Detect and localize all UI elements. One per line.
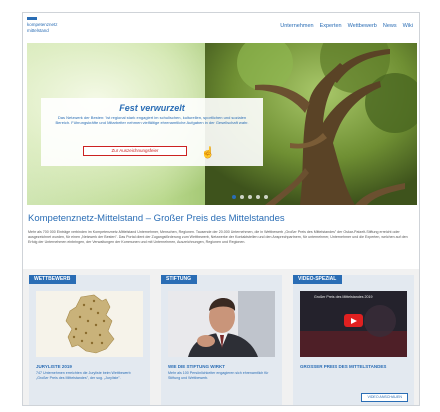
card-title[interactable]: GROSSER PREIS DES MITTELSTANDES (300, 364, 407, 370)
browser-page: kompetenznetz mittelstand Unternehmen Ex… (22, 12, 420, 406)
slider-dot-3[interactable] (248, 195, 252, 199)
nav-item-news[interactable]: News (383, 23, 397, 29)
hero-title: Fest verwurzelt (119, 103, 185, 113)
hero-cta-button[interactable]: Zur Auszeichnungsfeier (83, 146, 187, 156)
watch-video-button[interactable]: VIDEO ANSCHAUEN (361, 393, 408, 402)
card-video-spezial[interactable]: VIDEO-SPEZIAL Großer Preis des Mittelsta… (293, 275, 414, 405)
nav-item-unternehmen[interactable]: Unternehmen (280, 23, 313, 29)
card-tag: VIDEO-SPEZIAL (293, 275, 343, 284)
card-stiftung[interactable]: STIFTUNG WIE DIE STIFTUNG WIRKT Mehr als… (161, 275, 282, 405)
card-title[interactable]: WIE DIE STIFTUNG WIRKT (168, 364, 275, 370)
slider-dot-2[interactable] (240, 195, 244, 199)
intro-paragraph: Mehr als 700 000 Einträge verbinden im K… (28, 230, 408, 244)
page-title: Kompetenznetz-Mittelstand – Großer Preis… (28, 213, 285, 224)
nav-item-wettbewerb[interactable]: Wettbewerb (348, 23, 377, 29)
card-title[interactable]: JURYLISTE 2019 (36, 364, 143, 370)
video-player[interactable]: Großer Preis des Mittelstandes 2019 (300, 291, 407, 357)
logo-text-line2: mittelstand (27, 28, 49, 33)
logo-mark (27, 17, 37, 20)
slider-dot-5[interactable] (264, 195, 268, 199)
slider-dot-4[interactable] (256, 195, 260, 199)
slider-pagination (232, 195, 268, 199)
card-text: 747 Unternehmen erreichten die Juryliste… (36, 371, 131, 380)
hand-cursor-icon: ☝ (201, 147, 215, 159)
site-header: kompetenznetz mittelstand Unternehmen Ex… (23, 13, 419, 43)
hero-text: Das Netzwerk der Besten: 'ist regional s… (55, 115, 249, 126)
card-text: Mehr als 100 Persönlichkeiter engagieren… (168, 371, 269, 380)
nav-item-experten[interactable]: Experten (320, 23, 342, 29)
logo-text-line1: kompetenznetz (27, 22, 58, 27)
hero-overlay-box: Fest verwurzelt Das Netzwerk der Besten:… (41, 98, 263, 166)
hero-slider[interactable]: Fest verwurzelt Das Netzwerk der Besten:… (27, 43, 417, 205)
site-logo[interactable]: kompetenznetz mittelstand (27, 17, 87, 39)
main-nav: Unternehmen Experten Wettbewerb News Wik… (280, 23, 413, 29)
play-button-icon[interactable] (344, 314, 363, 327)
card-wettbewerb[interactable]: WETTBEWERB JURYLISTE 2019 747 Unternehme… (29, 275, 150, 405)
portrait-photo (168, 291, 275, 357)
nav-item-wiki[interactable]: Wiki (403, 23, 413, 29)
video-title: Großer Preis des Mittelstandes 2019 (314, 295, 373, 299)
germany-map-image (36, 291, 143, 357)
card-tag: WETTBEWERB (29, 275, 77, 284)
slider-dot-1[interactable] (232, 195, 236, 199)
card-tag: STIFTUNG (161, 275, 197, 284)
